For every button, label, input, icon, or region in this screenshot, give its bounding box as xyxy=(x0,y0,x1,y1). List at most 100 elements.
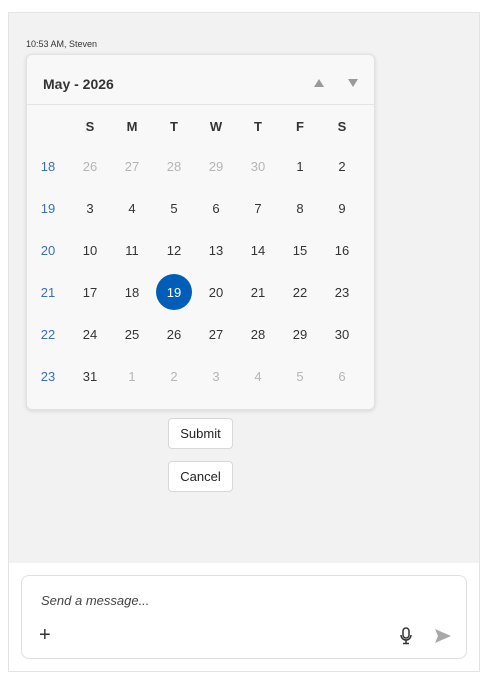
day-number: 5 xyxy=(170,200,178,216)
day-number: 29 xyxy=(208,158,224,174)
day-cell[interactable]: 20 xyxy=(195,271,237,313)
day-cell[interactable]: 10 xyxy=(69,229,111,271)
day-number: 13 xyxy=(208,242,224,258)
day-cell[interactable]: 5 xyxy=(153,187,195,229)
day-cell[interactable]: 7 xyxy=(237,187,279,229)
day-number: 3 xyxy=(86,200,94,216)
day-cell[interactable]: 2 xyxy=(153,355,195,397)
day-cell[interactable]: 1 xyxy=(111,355,153,397)
day-cell[interactable]: 25 xyxy=(111,313,153,355)
weekday-header: T xyxy=(254,118,262,134)
selected-day-cell[interactable]: 19 xyxy=(153,271,195,313)
day-number: 6 xyxy=(212,200,220,216)
day-number: 27 xyxy=(208,326,224,342)
day-number: 15 xyxy=(292,242,308,258)
day-number: 14 xyxy=(250,242,266,258)
weekday-header: F xyxy=(296,118,304,134)
calendar-header: May - 2026 xyxy=(27,55,374,105)
day-number: 9 xyxy=(338,200,346,216)
day-number: 30 xyxy=(250,158,266,174)
day-cell[interactable]: 31 xyxy=(69,355,111,397)
day-cell[interactable]: 11 xyxy=(111,229,153,271)
day-number: 2 xyxy=(170,368,178,384)
cancel-button[interactable]: Cancel xyxy=(168,461,233,492)
day-cell[interactable]: 16 xyxy=(321,229,363,271)
day-cell[interactable]: 26 xyxy=(69,145,111,187)
chat-transcript: 10:53 AM, Steven May - 2026 S M T W T F S 18 26 2… xyxy=(9,13,479,563)
day-number: 7 xyxy=(254,200,262,216)
day-number: 17 xyxy=(82,284,98,300)
day-cell[interactable]: 27 xyxy=(111,145,153,187)
day-number: 26 xyxy=(82,158,98,174)
submit-button[interactable]: Submit xyxy=(168,418,233,449)
day-number: 23 xyxy=(334,284,350,300)
day-number: 16 xyxy=(334,242,350,258)
week-number: 21 xyxy=(40,284,56,300)
calendar-grid: S M T W T F S 18 26 27 28 29 30 1 2 19 3 4 5 6 7 8 9 20 10 11 12 13… xyxy=(27,107,374,397)
day-number: 4 xyxy=(128,200,136,216)
day-cell[interactable]: 4 xyxy=(237,355,279,397)
day-cell[interactable]: 24 xyxy=(69,313,111,355)
day-number: 31 xyxy=(82,368,98,384)
day-cell[interactable]: 4 xyxy=(111,187,153,229)
day-cell[interactable]: 3 xyxy=(195,355,237,397)
day-number: 4 xyxy=(254,368,262,384)
day-cell[interactable]: 15 xyxy=(279,229,321,271)
day-cell[interactable]: 1 xyxy=(279,145,321,187)
day-number: 24 xyxy=(82,326,98,342)
day-number: 25 xyxy=(124,326,140,342)
calendar-week-row: 23 31 1 2 3 4 5 6 xyxy=(27,355,374,397)
day-cell[interactable]: 14 xyxy=(237,229,279,271)
day-cell[interactable]: 23 xyxy=(321,271,363,313)
next-month-button[interactable] xyxy=(345,75,361,91)
day-cell[interactable]: 18 xyxy=(111,271,153,313)
chat-window: 10:53 AM, Steven May - 2026 S M T W T F S 18 26 2… xyxy=(8,12,480,672)
day-cell[interactable]: 2 xyxy=(321,145,363,187)
day-cell[interactable]: 30 xyxy=(321,313,363,355)
calendar-week-row: 19 3 4 5 6 7 8 9 xyxy=(27,187,374,229)
day-number: 11 xyxy=(125,242,139,258)
day-cell[interactable]: 21 xyxy=(237,271,279,313)
previous-month-button[interactable] xyxy=(311,75,327,91)
day-cell[interactable]: 12 xyxy=(153,229,195,271)
day-cell[interactable]: 9 xyxy=(321,187,363,229)
day-cell[interactable]: 28 xyxy=(237,313,279,355)
send-icon[interactable] xyxy=(434,628,452,644)
day-number: 3 xyxy=(212,368,220,384)
day-cell[interactable]: 27 xyxy=(195,313,237,355)
day-cell[interactable]: 30 xyxy=(237,145,279,187)
day-number: 5 xyxy=(296,368,304,384)
day-number: 21 xyxy=(250,284,266,300)
day-cell[interactable]: 29 xyxy=(195,145,237,187)
day-cell[interactable]: 28 xyxy=(153,145,195,187)
day-number: 28 xyxy=(166,158,182,174)
day-cell[interactable]: 6 xyxy=(195,187,237,229)
day-cell[interactable]: 6 xyxy=(321,355,363,397)
day-cell[interactable]: 26 xyxy=(153,313,195,355)
day-cell[interactable]: 17 xyxy=(69,271,111,313)
weekday-header: T xyxy=(170,118,178,134)
week-number: 22 xyxy=(40,326,56,342)
calendar-month-title: May - 2026 xyxy=(43,76,114,92)
triangle-up-icon xyxy=(314,79,324,87)
day-cell[interactable]: 5 xyxy=(279,355,321,397)
day-cell[interactable]: 13 xyxy=(195,229,237,271)
week-number: 19 xyxy=(40,200,56,216)
date-picker-calendar: May - 2026 S M T W T F S 18 26 27 28 29 30 1 2 19 3 4 5 6 7 8… xyxy=(26,54,375,410)
day-cell[interactable]: 22 xyxy=(279,271,321,313)
day-number: 27 xyxy=(124,158,140,174)
weekday-header: S xyxy=(85,118,95,134)
day-cell[interactable]: 3 xyxy=(69,187,111,229)
weekday-header-row: SMTWTFS xyxy=(27,107,374,145)
day-number: 22 xyxy=(292,284,308,300)
day-cell[interactable]: 8 xyxy=(279,187,321,229)
plus-icon[interactable]: + xyxy=(39,625,51,645)
message-composer[interactable]: Send a message... + xyxy=(21,575,467,659)
day-number: 18 xyxy=(124,284,140,300)
day-cell[interactable]: 29 xyxy=(279,313,321,355)
weekday-header: S xyxy=(337,118,347,134)
message-input[interactable]: Send a message... xyxy=(41,593,149,608)
weekday-header: W xyxy=(209,118,223,134)
day-number: 20 xyxy=(208,284,224,300)
microphone-icon[interactable] xyxy=(399,627,413,645)
